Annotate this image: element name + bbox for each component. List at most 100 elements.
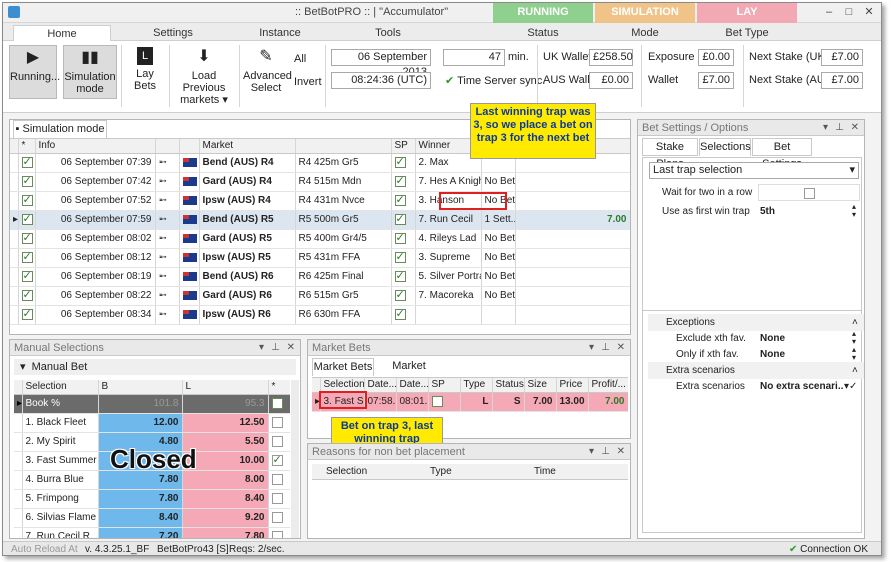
col-selection[interactable]: Selection [320, 378, 365, 393]
tab-mode[interactable]: Mode [595, 25, 695, 41]
manual-bet-section[interactable]: ▾ Manual Bet [14, 359, 296, 375]
pin-icon[interactable]: ⊥ [601, 444, 610, 460]
row-checkbox[interactable] [21, 269, 33, 282]
all-button[interactable]: All [294, 53, 306, 65]
list-item[interactable]: 5. Frimpong 7.80 8.40 [14, 489, 290, 509]
sp-checkbox[interactable] [394, 212, 406, 225]
tab-instance[interactable]: Instance [235, 25, 325, 41]
row-checkbox[interactable] [21, 307, 33, 320]
sp-checkbox[interactable] [394, 193, 406, 206]
running-button[interactable]: ▶ Running... [9, 45, 60, 99]
col-star[interactable]: * [268, 380, 290, 395]
col-selection[interactable]: Selection [326, 464, 367, 480]
list-item[interactable]: 7. Run Cecil R... 7.20 7.80 [14, 527, 290, 538]
sp-checkbox[interactable] [394, 307, 406, 320]
pin-icon[interactable]: ⊥ [835, 120, 844, 136]
tab-market-bets[interactable]: Market Bets [312, 358, 374, 376]
row-checkbox[interactable] [21, 174, 33, 187]
runner-checkbox[interactable] [271, 492, 283, 504]
row-checkbox[interactable] [21, 155, 33, 168]
col-type[interactable]: Type [430, 464, 452, 480]
list-item[interactable]: 6. Silvias Flame 8.40 9.20 [14, 508, 290, 528]
manual-scrollbar[interactable] [291, 380, 299, 538]
col-back[interactable]: B [98, 380, 183, 395]
runner-checkbox[interactable] [271, 435, 283, 447]
tab-stake-plans[interactable]: Stake Plans [642, 138, 698, 170]
table-row[interactable]: 06 September 07:52➵ Ipsw (AUS) R4R4 431m … [10, 191, 630, 211]
extra-scenarios-value[interactable]: No extra scenari... [760, 378, 844, 395]
simulation-button[interactable]: ▮▮ Simulation mode [63, 45, 117, 99]
lay-bets-button[interactable]: L Lay Bets [125, 45, 165, 99]
lay-price[interactable]: 9.20 [182, 508, 269, 528]
sp-checkbox[interactable] [394, 250, 406, 263]
tab-simulation-mode[interactable]: ▪ Simulation mode [13, 120, 107, 138]
col-size[interactable]: Size [524, 378, 557, 393]
exclude-fav-value[interactable]: None [760, 330, 785, 347]
col-date-1[interactable]: Date... [364, 378, 397, 393]
load-previous-button[interactable]: ⬇ Load Previous markets ▾ [173, 45, 235, 106]
table-row[interactable]: 06 September 08:34➵ Ipsw (AUS) R6R6 630m … [10, 305, 630, 325]
back-price[interactable]: 12.00 [98, 413, 183, 433]
runner-checkbox[interactable] [271, 416, 283, 428]
lay-price[interactable]: 12.50 [182, 413, 269, 433]
tab-bet-type[interactable]: Bet Type [697, 25, 797, 41]
col-price[interactable]: Price [556, 378, 589, 393]
list-item[interactable]: 1. Black Fleet 12.00 12.50 [14, 413, 290, 433]
book-checkbox[interactable] [271, 397, 283, 409]
col-time[interactable]: Time [534, 464, 556, 480]
pin-icon[interactable]: ⊥ [271, 340, 280, 356]
close-icon[interactable]: ✕ [861, 5, 877, 19]
col-profit[interactable]: Profit/... [588, 378, 628, 393]
row-checkbox[interactable] [21, 193, 33, 206]
sp-checkbox[interactable] [394, 155, 406, 168]
dropdown-icon[interactable]: ▾ [259, 340, 264, 356]
col-type[interactable]: Type [460, 378, 493, 393]
dropdown-icon[interactable]: ▾ [589, 340, 594, 356]
maximize-icon[interactable]: □ [841, 5, 857, 19]
close-panel-icon[interactable]: ✕ [851, 120, 859, 136]
back-price[interactable]: 7.80 [98, 489, 183, 509]
pin-icon[interactable]: ⊥ [601, 340, 610, 356]
collapse-icon[interactable]: ˄ [852, 362, 858, 379]
minimize-icon[interactable]: – [821, 5, 837, 19]
spinner-icon[interactable]: ▴ ▾ [852, 330, 856, 346]
table-row[interactable]: 06 September 08:22➵ Gard (AUS) R6R6 515m … [10, 286, 630, 306]
sp-checkbox[interactable] [394, 174, 406, 187]
runner-checkbox[interactable] [271, 453, 283, 466]
selection-method-dropdown[interactable]: Last trap selection ▾ [649, 162, 859, 179]
date-field[interactable]: 06 September 2013 [331, 49, 431, 78]
runner-checkbox[interactable] [271, 511, 283, 523]
tab-selections[interactable]: Selections [699, 138, 751, 156]
table-row[interactable]: 06 September 07:42➵ Gard (AUS) R4R4 515m … [10, 172, 630, 192]
close-panel-icon[interactable]: ✕ [287, 340, 295, 356]
dropdown-icon[interactable]: ▾ [589, 444, 594, 460]
runner-checkbox[interactable] [271, 530, 283, 538]
col-star[interactable]: * [18, 139, 36, 154]
spinner-icon[interactable]: ▴ ▾ [852, 203, 856, 219]
col-market[interactable]: Market [199, 139, 296, 154]
only-fav-value[interactable]: None [760, 346, 785, 363]
col-status[interactable]: Status [492, 378, 525, 393]
col-date-2[interactable]: Date... [396, 378, 429, 393]
lay-price[interactable]: 7.80 [182, 527, 269, 538]
lay-price[interactable]: 8.40 [182, 489, 269, 509]
invert-button[interactable]: Invert [294, 76, 322, 88]
tab-bet-settings[interactable]: Bet Settings [752, 138, 812, 170]
dropdown-icon[interactable]: ▾ [823, 120, 828, 136]
row-checkbox[interactable] [21, 250, 33, 263]
col-lay[interactable]: L [182, 380, 269, 395]
tab-tools[interactable]: Tools [333, 25, 443, 41]
advanced-select-button[interactable]: ✎ Advanced Select [243, 45, 292, 99]
time-server-sync[interactable]: ✔ Time Server sync. [445, 74, 545, 87]
back-price[interactable]: 8.40 [98, 508, 183, 528]
col-info[interactable]: Info [35, 139, 156, 154]
minutes-field[interactable]: 47 [443, 49, 505, 66]
table-row[interactable]: 06 September 08:19➵ Bend (AUS) R6R6 425m … [10, 267, 630, 287]
table-row[interactable]: 06 September 08:12➵ Ipsw (AUS) R5R5 431m … [10, 248, 630, 268]
row-checkbox[interactable] [21, 231, 33, 244]
row-checkbox[interactable] [21, 288, 33, 301]
table-row[interactable]: ▸ 06 September 07:59➵ Bend (AUS) R5R5 500m… [10, 210, 630, 230]
tab-home[interactable]: Home [13, 25, 111, 42]
tab-settings[interactable]: Settings [113, 25, 233, 41]
first-win-value[interactable]: 5th [760, 203, 860, 220]
